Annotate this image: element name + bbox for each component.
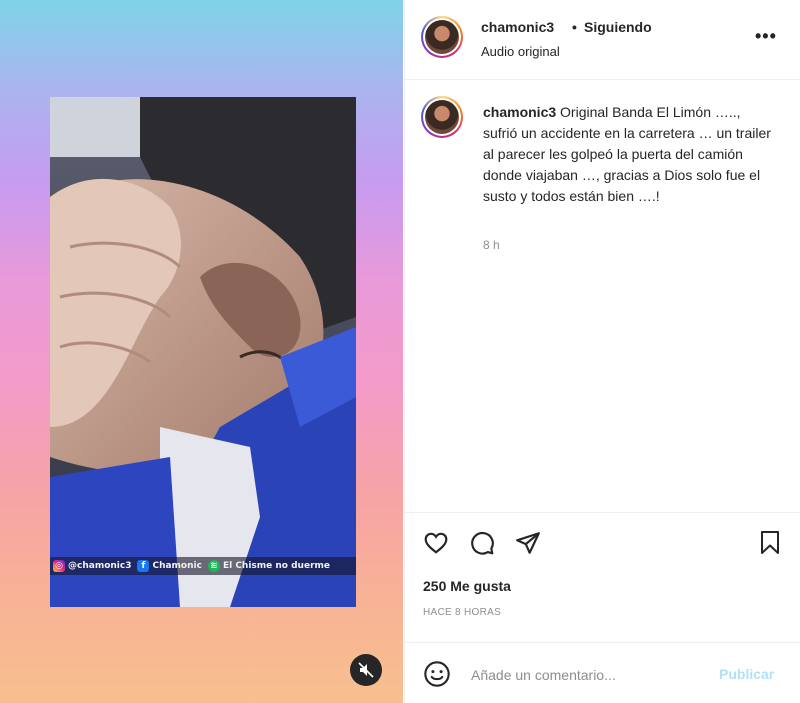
watermark-facebook-text: Chamonic (152, 561, 202, 571)
following-button[interactable]: Siguiendo (584, 19, 652, 35)
comment-input[interactable] (471, 664, 711, 686)
save-button[interactable] (755, 526, 785, 560)
caption-username[interactable]: chamonic3 (483, 104, 556, 120)
watermark-instagram: ◎ @chamonic3 (53, 560, 131, 572)
comment-bubble-icon (471, 531, 494, 555)
heart-icon (424, 532, 448, 554)
share-button[interactable] (513, 528, 543, 558)
video-frame[interactable] (50, 97, 356, 607)
emoji-button[interactable] (423, 660, 451, 688)
avatar[interactable] (421, 16, 463, 58)
watermark-facebook: f Chamonic (137, 560, 202, 572)
paper-plane-icon (516, 532, 540, 554)
watermark-spotify-text: El Chisme no duerme (222, 561, 330, 571)
divider (405, 642, 800, 643)
like-count[interactable]: 250 Me gusta (423, 578, 511, 594)
post-date[interactable]: HACE 8 HORAS (423, 607, 501, 618)
spotify-icon: ≋ (207, 560, 220, 572)
like-button[interactable] (421, 528, 451, 558)
video-still (50, 97, 356, 607)
more-options-icon[interactable]: ••• (755, 26, 777, 47)
publish-button[interactable]: Publicar (719, 666, 774, 682)
mute-button[interactable] (350, 654, 382, 686)
watermark-bar: ◎ @chamonic3 f Chamonic ≋ El Chisme no d… (50, 557, 356, 575)
watermark-spotify: ≋ El Chisme no duerme (207, 560, 330, 572)
caption-text: chamonic3 Original Banda El Limón ….., s… (483, 102, 773, 207)
divider (405, 512, 800, 513)
audio-link[interactable]: Audio original (481, 44, 560, 59)
bookmark-icon (761, 531, 779, 554)
facebook-icon: f (137, 560, 150, 572)
smiley-icon (424, 661, 450, 687)
instagram-icon: ◎ (53, 560, 65, 572)
post-header: chamonic3 • Siguiendo Audio original ••• (405, 0, 800, 80)
author-username[interactable]: chamonic3 (481, 19, 554, 35)
watermark-instagram-text: @chamonic3 (68, 561, 132, 571)
action-bar (421, 526, 543, 560)
speaker-muted-icon (358, 662, 374, 678)
comment-button[interactable] (467, 528, 497, 558)
separator-dot: • (572, 19, 577, 35)
post-media[interactable]: ◎ @chamonic3 f Chamonic ≋ El Chisme no d… (0, 0, 403, 703)
caption-timestamp[interactable]: 8 h (483, 238, 500, 252)
post-sidebar: chamonic3 • Siguiendo Audio original •••… (404, 0, 800, 703)
caption-avatar[interactable] (421, 96, 463, 138)
